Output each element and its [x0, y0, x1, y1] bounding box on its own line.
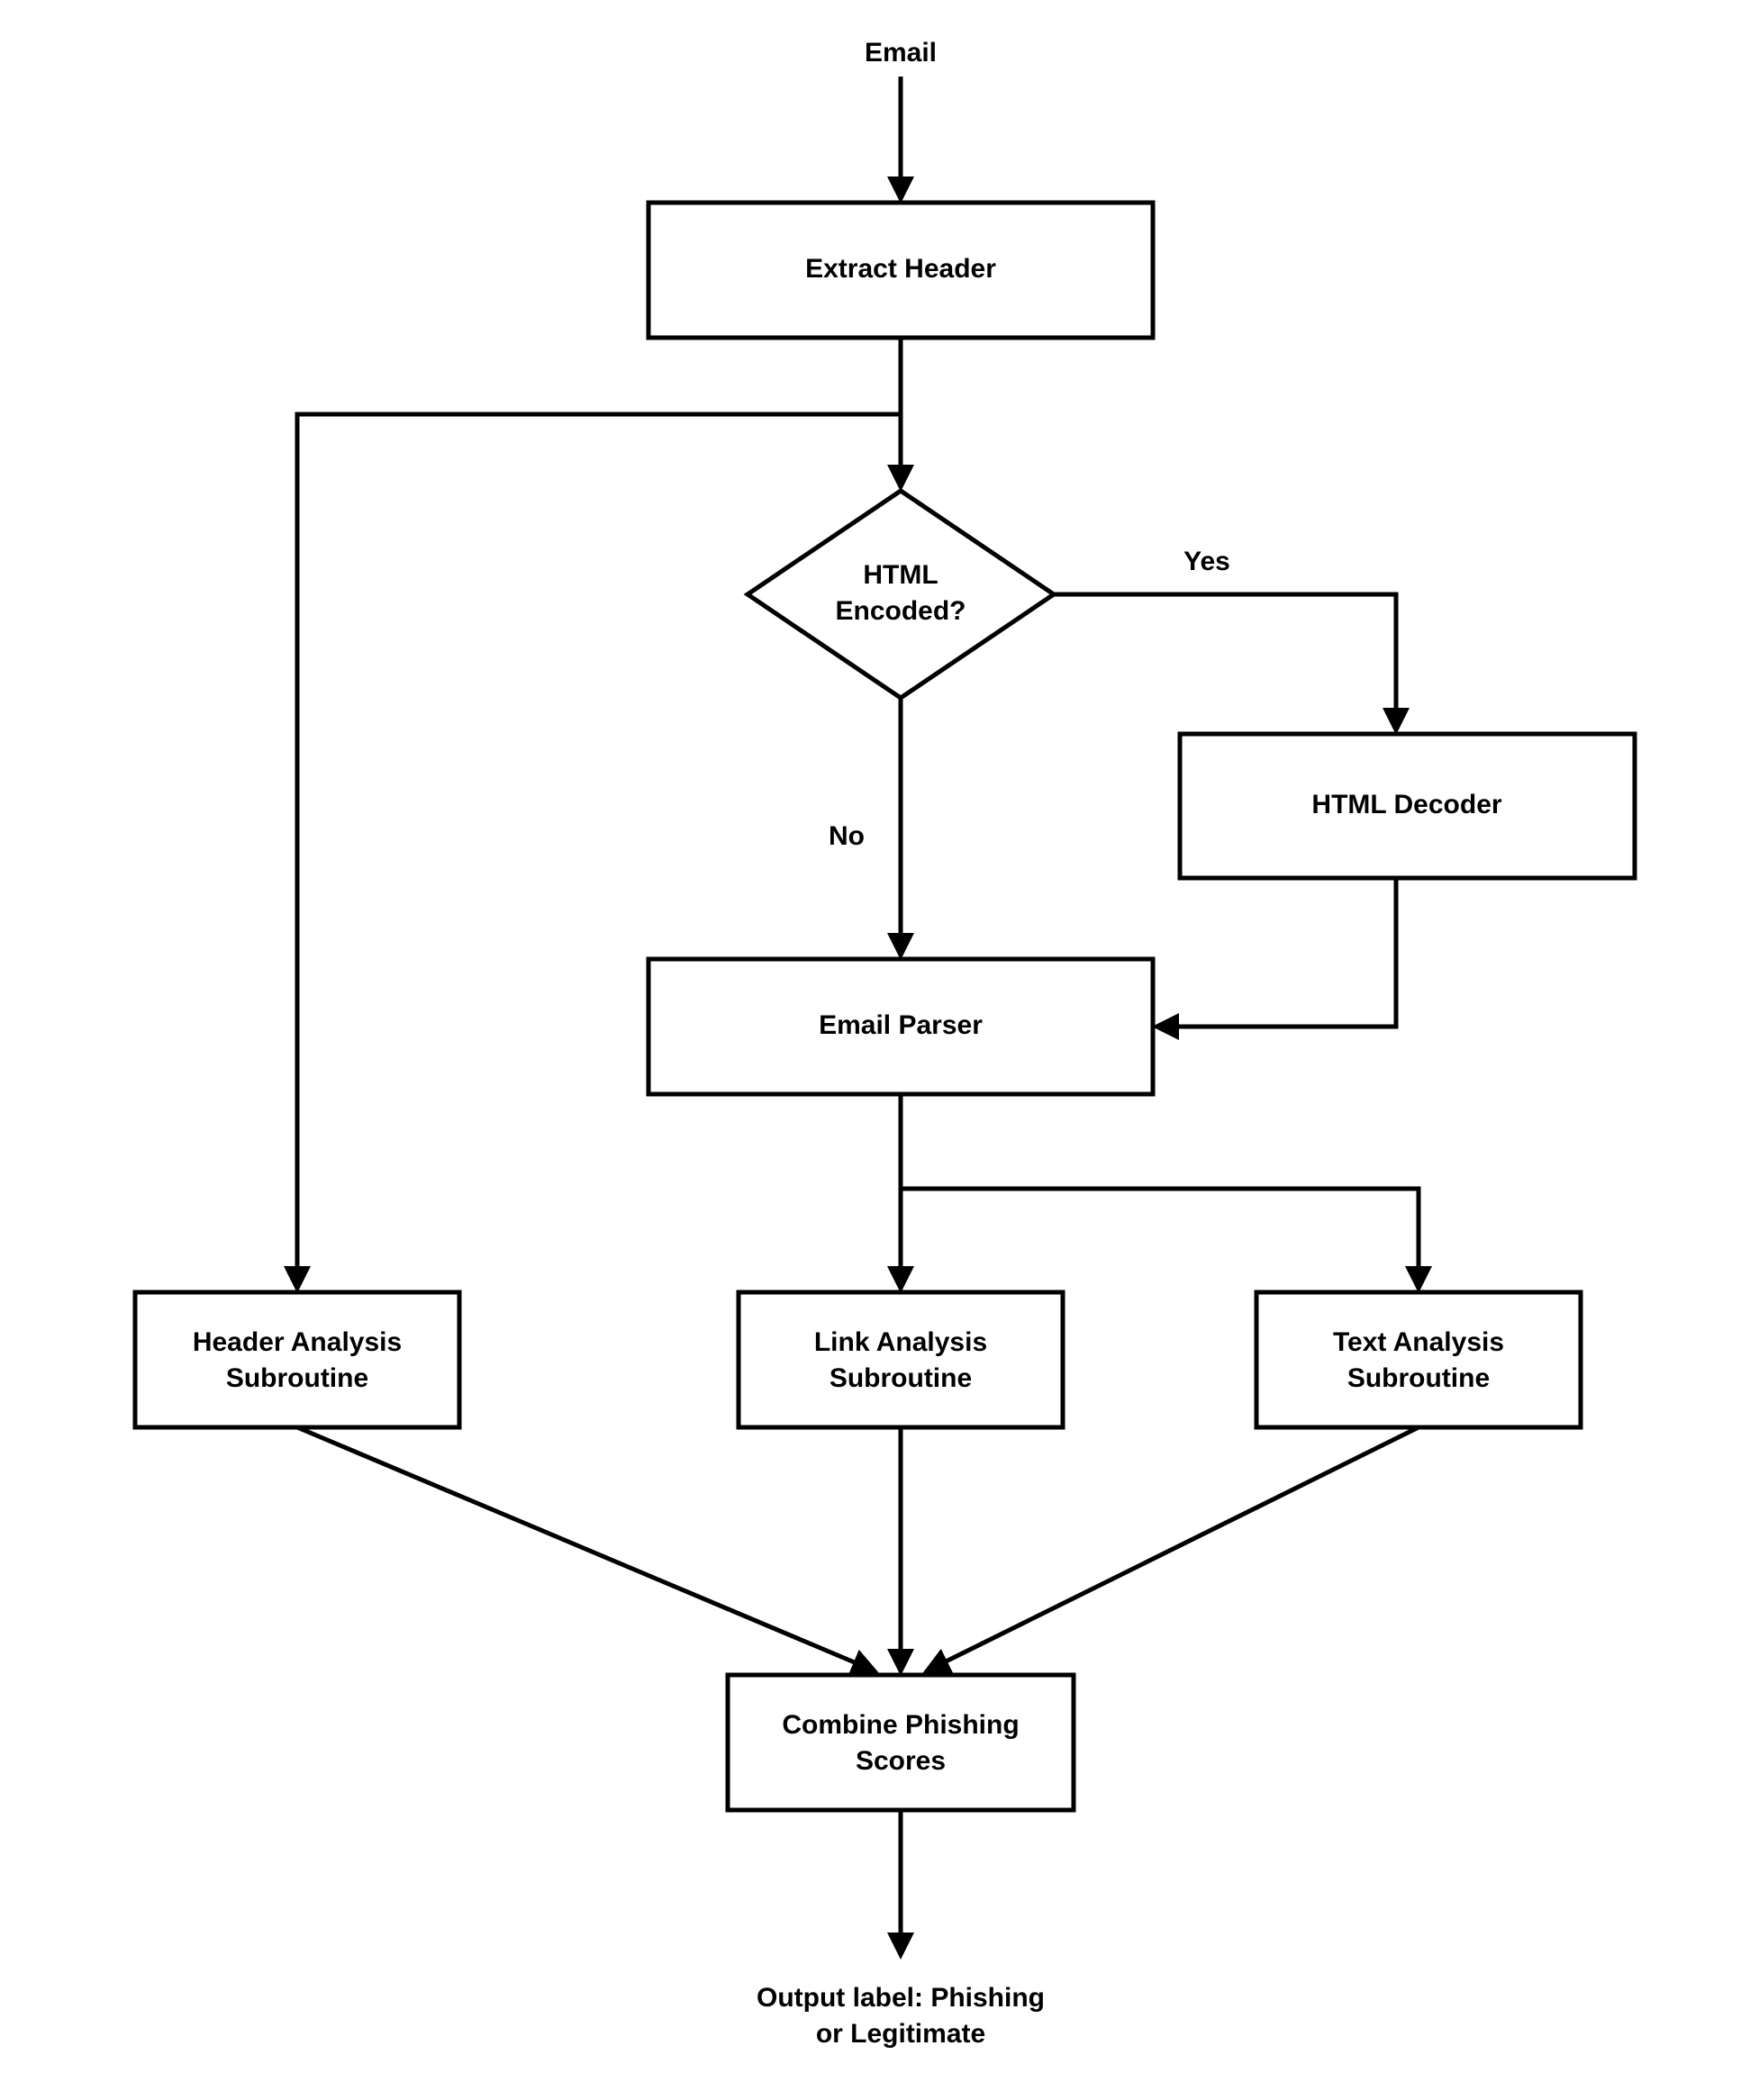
edge-to-header-sub	[297, 414, 901, 1288]
text-sub-label-2: Subroutine	[1347, 1363, 1490, 1393]
node-combine	[728, 1675, 1074, 1810]
link-sub-label-1: Link Analysis	[814, 1327, 987, 1357]
header-sub-label-1: Header Analysis	[193, 1327, 402, 1357]
no-label: No	[829, 821, 865, 851]
node-text-sub	[1256, 1292, 1581, 1427]
header-sub-label-2: Subroutine	[226, 1363, 368, 1393]
edge-header-to-combine	[297, 1427, 874, 1670]
decision-label-1: HTML	[863, 560, 938, 590]
extract-header-label: Extract Header	[805, 254, 996, 284]
edge-decoder-to-parser	[1157, 878, 1396, 1027]
flowchart: Email Extract Header HTML Encoded? Yes H…	[0, 0, 1759, 2100]
html-decoder-label: HTML Decoder	[1311, 790, 1501, 819]
node-link-sub	[739, 1292, 1063, 1427]
yes-label: Yes	[1183, 547, 1230, 576]
edge-text-to-combine	[928, 1427, 1419, 1670]
link-sub-label-2: Subroutine	[830, 1363, 972, 1393]
node-decision	[748, 491, 1054, 698]
output-label-1: Output label: Phishing	[757, 1983, 1045, 2013]
combine-label-2: Scores	[856, 1746, 946, 1776]
node-header-sub	[135, 1292, 459, 1427]
combine-label-1: Combine Phishing	[782, 1710, 1019, 1740]
text-sub-label-1: Text Analysis	[1333, 1327, 1504, 1357]
decision-label-2: Encoded?	[835, 596, 966, 626]
start-label: Email	[865, 38, 937, 68]
edge-parser-to-text	[901, 1189, 1419, 1288]
edge-decision-yes	[1054, 594, 1396, 729]
output-label-2: or Legitimate	[816, 2019, 985, 2049]
email-parser-label: Email Parser	[819, 1010, 983, 1040]
